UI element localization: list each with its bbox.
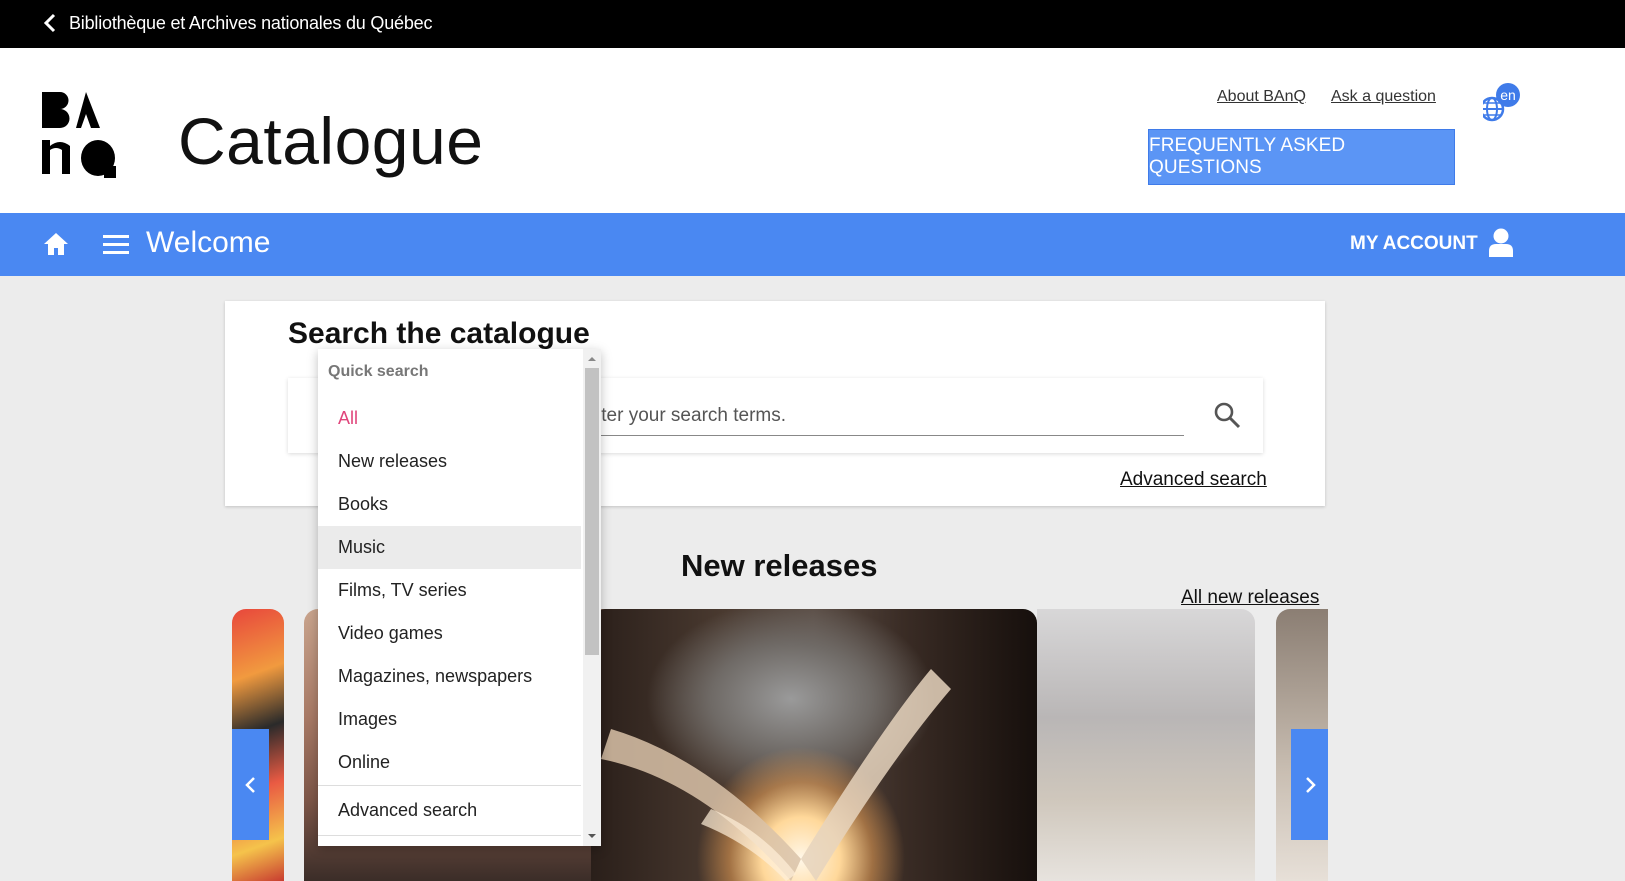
dropdown-option-all[interactable]: All <box>318 397 581 440</box>
carousel-card-featured[interactable] <box>591 609 1037 881</box>
new-releases-title: New releases <box>681 548 878 583</box>
dropdown-option-music[interactable]: Music <box>318 526 581 569</box>
search-heading: Search the catalogue <box>288 317 590 350</box>
chevron-left-icon[interactable] <box>43 13 57 33</box>
chevron-left-icon <box>244 776 255 793</box>
main-nav: Welcome MY ACCOUNT <box>0 213 1625 276</box>
scroll-up-icon[interactable] <box>585 352 599 366</box>
banq-logo[interactable] <box>42 90 120 178</box>
dropdown-option-online[interactable]: Online <box>318 741 581 784</box>
page-title: Catalogue <box>178 104 484 178</box>
chevron-right-icon <box>1305 776 1316 793</box>
dropdown-divider <box>318 785 581 786</box>
dropdown-option-films-tv[interactable]: Films, TV series <box>318 569 581 612</box>
ask-question-link[interactable]: Ask a question <box>1331 88 1436 106</box>
dropdown-option-images[interactable]: Images <box>318 698 581 741</box>
dropdown-divider <box>318 835 581 836</box>
about-link[interactable]: About BAnQ <box>1217 88 1306 106</box>
search-input[interactable] <box>578 396 1184 436</box>
carousel-card[interactable] <box>1037 609 1255 881</box>
all-new-releases-link[interactable]: All new releases <box>1181 587 1319 609</box>
dropdown-option-books[interactable]: Books <box>318 483 581 526</box>
open-book-image <box>601 669 951 881</box>
quick-search-dropdown: Quick search All New releases Books Musi… <box>318 349 601 846</box>
back-link[interactable]: Bibliothèque et Archives nationales du Q… <box>69 13 432 34</box>
scrollbar-thumb[interactable] <box>585 368 599 655</box>
top-bar: Bibliothèque et Archives nationales du Q… <box>0 0 1625 48</box>
faq-button[interactable]: FREQUENTLY ASKED QUESTIONS <box>1148 129 1455 185</box>
search-icon[interactable] <box>1213 401 1241 429</box>
menu-icon[interactable] <box>103 233 129 255</box>
dropdown-option-new-releases[interactable]: New releases <box>318 440 581 483</box>
advanced-search-link[interactable]: Advanced search <box>1120 469 1267 491</box>
welcome-label[interactable]: Welcome <box>146 226 270 260</box>
dropdown-option-video-games[interactable]: Video games <box>318 612 581 655</box>
dropdown-option-advanced-search[interactable]: Advanced search <box>318 789 581 832</box>
scroll-down-icon[interactable] <box>585 829 599 843</box>
carousel-prev-button[interactable] <box>232 729 269 840</box>
home-icon[interactable] <box>42 230 70 258</box>
carousel-next-button[interactable] <box>1291 729 1328 840</box>
site-header: Catalogue About BAnQ Ask a question en F… <box>0 48 1625 213</box>
dropdown-header: Quick search <box>328 363 429 380</box>
globe-icon[interactable]: en <box>1483 83 1527 127</box>
language-label: en <box>1500 87 1516 103</box>
my-account-link[interactable]: MY ACCOUNT <box>1350 233 1478 255</box>
dropdown-option-magazines[interactable]: Magazines, newspapers <box>318 655 581 698</box>
user-icon[interactable] <box>1488 228 1514 258</box>
